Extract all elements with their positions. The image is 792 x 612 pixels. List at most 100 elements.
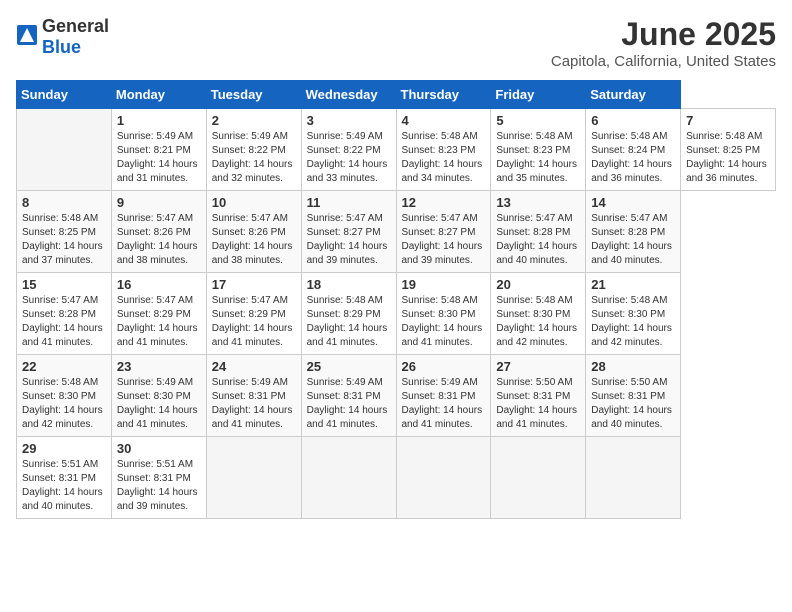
day-number: 9 <box>117 195 201 210</box>
cell-info: Sunrise: 5:47 AMSunset: 8:29 PMDaylight:… <box>117 294 201 350</box>
weekday-header: Sunday <box>17 81 112 109</box>
day-number: 16 <box>117 277 201 292</box>
calendar-cell: 30Sunrise: 5:51 AMSunset: 8:31 PMDayligh… <box>111 437 206 519</box>
calendar-cell: 29Sunrise: 5:51 AMSunset: 8:31 PMDayligh… <box>17 437 112 519</box>
calendar-cell: 2 Sunrise: 5:49 AMSunset: 8:22 PMDaylight… <box>206 109 301 191</box>
day-number: 15 <box>22 277 106 292</box>
weekday-header: Monday <box>111 81 206 109</box>
cell-info: Sunrise: 5:48 AMSunset: 8:23 PMDaylight:… <box>402 130 486 186</box>
calendar-cell: 8Sunrise: 5:48 AMSunset: 8:25 PMDaylight… <box>17 191 112 273</box>
day-number: 5 <box>496 113 580 128</box>
calendar-cell: 27Sunrise: 5:50 AMSunset: 8:31 PMDayligh… <box>491 355 586 437</box>
calendar-cell: 15 Sunrise: 5:47 AMSunset: 8:28 PMDayligh… <box>17 273 112 355</box>
month-title: June 2025 <box>551 16 776 53</box>
day-number: 11 <box>307 195 391 210</box>
day-number: 2 <box>212 113 296 128</box>
calendar-table: SundayMondayTuesdayWednesdayThursdayFrid… <box>16 80 776 519</box>
calendar-cell: 4 Sunrise: 5:48 AMSunset: 8:23 PMDaylight… <box>396 109 491 191</box>
calendar-cell <box>396 437 491 519</box>
day-number: 21 <box>591 277 675 292</box>
cell-info: Sunrise: 5:47 AMSunset: 8:27 PMDaylight:… <box>402 212 486 268</box>
calendar-cell: 26 Sunrise: 5:49 AMSunset: 8:31 PMDayligh… <box>396 355 491 437</box>
cell-info: Sunrise: 5:49 AMSunset: 8:22 PMDaylight:… <box>212 130 296 186</box>
weekday-header: Wednesday <box>301 81 396 109</box>
cell-info: Sunrise: 5:47 AMSunset: 8:26 PMDaylight:… <box>212 212 296 268</box>
cell-info: Sunrise: 5:49 AMSunset: 8:22 PMDaylight:… <box>307 130 391 186</box>
weekday-header: Tuesday <box>206 81 301 109</box>
day-number: 23 <box>117 359 201 374</box>
page-header: General Blue June 2025 Capitola, Califor… <box>16 16 776 70</box>
cell-info: Sunrise: 5:47 AMSunset: 8:26 PMDaylight:… <box>117 212 201 268</box>
calendar-cell: 21 Sunrise: 5:48 AMSunset: 8:30 PMDayligh… <box>586 273 681 355</box>
logo-icon <box>16 24 38 51</box>
logo-general: General <box>42 16 109 36</box>
calendar-cell: 7 Sunrise: 5:48 AMSunset: 8:25 PMDaylight… <box>681 109 776 191</box>
calendar-cell <box>301 437 396 519</box>
day-number: 26 <box>402 359 486 374</box>
day-number: 20 <box>496 277 580 292</box>
cell-info: Sunrise: 5:51 AMSunset: 8:31 PMDaylight:… <box>117 458 201 514</box>
day-number: 10 <box>212 195 296 210</box>
calendar-cell: 17 Sunrise: 5:47 AMSunset: 8:29 PMDayligh… <box>206 273 301 355</box>
logo: General Blue <box>16 16 109 58</box>
cell-info: Sunrise: 5:49 AMSunset: 8:30 PMDaylight:… <box>117 376 201 432</box>
day-number: 8 <box>22 195 106 210</box>
cell-info: Sunrise: 5:50 AMSunset: 8:31 PMDaylight:… <box>591 376 675 432</box>
day-number: 1 <box>117 113 201 128</box>
logo-blue: Blue <box>42 37 81 57</box>
day-number: 24 <box>212 359 296 374</box>
weekday-header: Thursday <box>396 81 491 109</box>
calendar-week-row: 8Sunrise: 5:48 AMSunset: 8:25 PMDaylight… <box>17 191 776 273</box>
day-number: 4 <box>402 113 486 128</box>
cell-info: Sunrise: 5:47 AMSunset: 8:28 PMDaylight:… <box>591 212 675 268</box>
cell-info: Sunrise: 5:48 AMSunset: 8:29 PMDaylight:… <box>307 294 391 350</box>
day-number: 28 <box>591 359 675 374</box>
day-number: 6 <box>591 113 675 128</box>
calendar-cell: 23 Sunrise: 5:49 AMSunset: 8:30 PMDayligh… <box>111 355 206 437</box>
header-row: SundayMondayTuesdayWednesdayThursdayFrid… <box>17 81 776 109</box>
cell-info: Sunrise: 5:48 AMSunset: 8:23 PMDaylight:… <box>496 130 580 186</box>
cell-info: Sunrise: 5:49 AMSunset: 8:31 PMDaylight:… <box>307 376 391 432</box>
calendar-cell <box>586 437 681 519</box>
calendar-cell <box>206 437 301 519</box>
cell-info: Sunrise: 5:49 AMSunset: 8:31 PMDaylight:… <box>402 376 486 432</box>
calendar-cell: 12Sunrise: 5:47 AMSunset: 8:27 PMDayligh… <box>396 191 491 273</box>
calendar-cell: 10 Sunrise: 5:47 AMSunset: 8:26 PMDayligh… <box>206 191 301 273</box>
title-area: June 2025 Capitola, California, United S… <box>551 16 776 70</box>
cell-info: Sunrise: 5:48 AMSunset: 8:30 PMDaylight:… <box>22 376 106 432</box>
cell-info: Sunrise: 5:48 AMSunset: 8:24 PMDaylight:… <box>591 130 675 186</box>
cell-info: Sunrise: 5:47 AMSunset: 8:29 PMDaylight:… <box>212 294 296 350</box>
cell-info: Sunrise: 5:48 AMSunset: 8:30 PMDaylight:… <box>402 294 486 350</box>
logo-text: General Blue <box>42 16 109 58</box>
location-title: Capitola, California, United States <box>551 53 776 70</box>
calendar-cell: 16 Sunrise: 5:47 AMSunset: 8:29 PMDayligh… <box>111 273 206 355</box>
day-number: 7 <box>686 113 770 128</box>
day-number: 14 <box>591 195 675 210</box>
cell-info: Sunrise: 5:48 AMSunset: 8:30 PMDaylight:… <box>591 294 675 350</box>
calendar-cell: 1 Sunrise: 5:49 AMSunset: 8:21 PMDaylight… <box>111 109 206 191</box>
calendar-cell: 3Sunrise: 5:49 AMSunset: 8:22 PMDaylight… <box>301 109 396 191</box>
calendar-cell: 13 Sunrise: 5:47 AMSunset: 8:28 PMDayligh… <box>491 191 586 273</box>
cell-info: Sunrise: 5:48 AMSunset: 8:25 PMDaylight:… <box>686 130 770 186</box>
calendar-cell: 20 Sunrise: 5:48 AMSunset: 8:30 PMDayligh… <box>491 273 586 355</box>
cell-info: Sunrise: 5:47 AMSunset: 8:28 PMDaylight:… <box>496 212 580 268</box>
day-number: 17 <box>212 277 296 292</box>
day-number: 29 <box>22 441 106 456</box>
cell-info: Sunrise: 5:47 AMSunset: 8:28 PMDaylight:… <box>22 294 106 350</box>
cell-info: Sunrise: 5:48 AMSunset: 8:30 PMDaylight:… <box>496 294 580 350</box>
weekday-header: Saturday <box>586 81 681 109</box>
calendar-cell: 11 Sunrise: 5:47 AMSunset: 8:27 PMDayligh… <box>301 191 396 273</box>
cell-info: Sunrise: 5:49 AMSunset: 8:21 PMDaylight:… <box>117 130 201 186</box>
calendar-week-row: 29 Sunrise: 5:51 AMSunset: 8:31 PMDayligh… <box>17 437 776 519</box>
cell-info: Sunrise: 5:49 AMSunset: 8:31 PMDaylight:… <box>212 376 296 432</box>
day-number: 27 <box>496 359 580 374</box>
calendar-week-row: 1 Sunrise: 5:49 AMSunset: 8:21 PMDaylight… <box>17 109 776 191</box>
calendar-cell: 25Sunrise: 5:49 AMSunset: 8:31 PMDayligh… <box>301 355 396 437</box>
day-number: 19 <box>402 277 486 292</box>
calendar-cell: 18 Sunrise: 5:48 AMSunset: 8:29 PMDayligh… <box>301 273 396 355</box>
calendar-cell: 14 Sunrise: 5:47 AMSunset: 8:28 PMDayligh… <box>586 191 681 273</box>
cell-info: Sunrise: 5:47 AMSunset: 8:27 PMDaylight:… <box>307 212 391 268</box>
day-number: 18 <box>307 277 391 292</box>
day-number: 13 <box>496 195 580 210</box>
calendar-cell: 28 Sunrise: 5:50 AMSunset: 8:31 PMDayligh… <box>586 355 681 437</box>
